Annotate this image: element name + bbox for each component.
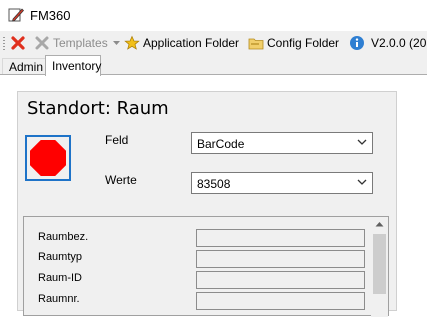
templates-dropdown-button[interactable]: Templates — [34, 34, 121, 52]
scroll-up-arrow-icon[interactable] — [375, 221, 384, 227]
dropdown-arrow-icon — [112, 41, 120, 45]
inventory-tab-content: Standort: Raum Feld BarCode Werte 83508 … — [0, 75, 427, 317]
folder-icon — [248, 38, 264, 50]
toolbar: Templates Application Folder Config Fold… — [0, 31, 427, 55]
feld-label: Feld — [105, 133, 129, 147]
werte-label: Werte — [105, 173, 137, 187]
templates-label: Templates — [53, 36, 108, 50]
tab-strip: Admin Inventory — [0, 55, 427, 76]
location-panel: Standort: Raum Feld BarCode Werte 83508 … — [17, 91, 397, 317]
version-label: V2.0.0 (201 — [371, 36, 427, 50]
row-raum-id-field[interactable] — [196, 271, 365, 289]
row-raumnr-field[interactable] — [196, 292, 365, 310]
tab-inventory-label: Inventory — [52, 59, 102, 73]
delete-x-icon — [11, 36, 25, 50]
status-indicator[interactable] — [25, 135, 71, 181]
scrollbar-thumb[interactable] — [373, 234, 386, 294]
feld-select[interactable]: BarCode — [191, 132, 373, 154]
info-icon — [350, 36, 364, 50]
delete-button[interactable] — [10, 34, 26, 52]
stop-octagon-icon — [30, 140, 66, 176]
panel-title: Standort: Raum — [27, 98, 169, 119]
chevron-down-icon — [357, 139, 367, 145]
window-title: FM360 — [30, 8, 71, 23]
feld-value: BarCode — [197, 137, 245, 151]
toolbar-grip[interactable] — [3, 37, 5, 50]
templates-tools-icon — [35, 36, 49, 50]
config-folder-label: Config Folder — [267, 36, 340, 50]
row-raumbez-field[interactable] — [196, 229, 365, 247]
werte-select[interactable]: 83508 — [191, 172, 373, 194]
star-icon — [124, 35, 140, 50]
row-raumtyp-label: Raumtyp — [38, 251, 83, 263]
tab-admin-label: Admin — [9, 60, 44, 74]
application-folder-button[interactable]: Application Folder — [124, 34, 239, 52]
title-bar: FM360 — [0, 0, 427, 31]
row-raumnr-label: Raumnr. — [38, 293, 80, 305]
config-folder-button[interactable]: Config Folder — [248, 34, 339, 52]
tab-admin[interactable]: Admin — [2, 58, 47, 75]
row-raum-id-label: Raum-ID — [38, 272, 83, 284]
version-info-button[interactable]: V2.0.0 (201 — [349, 34, 427, 52]
application-folder-label: Application Folder — [143, 36, 240, 50]
werte-value: 83508 — [197, 177, 231, 191]
row-raumtyp-field[interactable] — [196, 250, 365, 268]
vertical-scrollbar[interactable] — [371, 217, 388, 317]
pencil-app-icon — [8, 8, 24, 22]
room-details-grid: Raumbez. Raumtyp Raum-ID Raumnr. — [23, 216, 389, 317]
chevron-down-icon — [357, 179, 367, 185]
tab-inventory[interactable]: Inventory — [45, 55, 101, 76]
row-raumbez-label: Raumbez. — [38, 231, 89, 243]
